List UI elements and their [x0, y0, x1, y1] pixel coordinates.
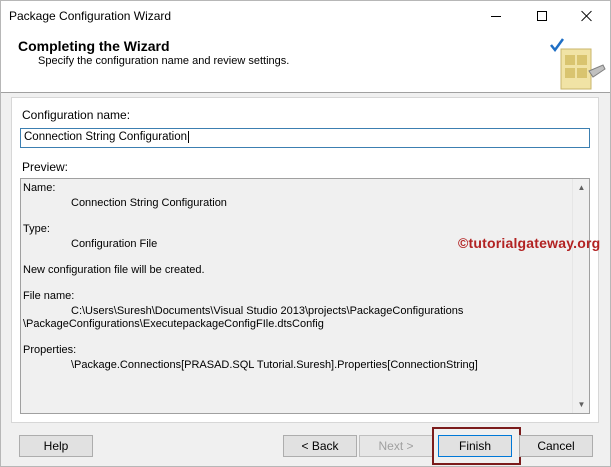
preview-box[interactable]: Name: Connection String Configuration Ty… [20, 178, 590, 414]
close-icon [581, 10, 593, 22]
preview-file-key: File name: [23, 290, 75, 302]
preview-file-line1: C:\Users\Suresh\Documents\Visual Studio … [71, 305, 464, 317]
config-name-value: Connection String Configuration [24, 131, 188, 144]
content-panel: Configuration name: Connection String Co… [11, 97, 601, 423]
preview-props-block: Properties: \Package.Connections[PRASAD.… [23, 344, 571, 372]
next-button: Next > [359, 435, 433, 457]
button-bar: Help < Back Next > Finish Cancel [1, 424, 610, 466]
wizard-window: Package Configuration Wizard Completing … [0, 0, 611, 467]
minimize-icon [491, 15, 501, 17]
preview-text: Name: Connection String Configuration Ty… [23, 182, 571, 385]
maximize-button[interactable] [519, 1, 565, 31]
watermark-text: ©tutorialgateway.org [458, 235, 601, 251]
wizard-graphic-icon [550, 38, 606, 90]
page-title: Completing the Wizard [18, 38, 170, 54]
text-caret [188, 131, 190, 143]
preview-label: Preview: [22, 160, 69, 174]
maximize-icon [537, 11, 547, 21]
wizard-body: Configuration name: Connection String Co… [1, 94, 610, 424]
preview-name-block: Name: Connection String Configuration [23, 182, 571, 210]
close-button[interactable] [564, 1, 610, 31]
preview-file-line2: \PackageConfigurations\ExecutepackageCon… [23, 318, 324, 330]
help-button[interactable]: Help [19, 435, 93, 457]
scroll-up-arrow-icon[interactable]: ▲ [573, 179, 590, 196]
window-title: Package Configuration Wizard [9, 9, 172, 23]
config-name-input[interactable]: Connection String Configuration [20, 128, 590, 148]
minimize-button[interactable] [473, 1, 519, 31]
preview-status-line: New configuration file will be created. [23, 264, 205, 276]
wizard-header: Completing the Wizard Specify the config… [1, 31, 610, 93]
preview-name-key: Name: [23, 182, 56, 194]
title-bar: Package Configuration Wizard [1, 1, 610, 31]
preview-props-key: Properties: [23, 344, 77, 356]
cancel-button[interactable]: Cancel [519, 435, 593, 457]
config-name-label: Configuration name: [22, 108, 131, 122]
finish-button[interactable]: Finish [438, 435, 512, 457]
back-button[interactable]: < Back [283, 435, 357, 457]
preview-name-value: Connection String Configuration [71, 197, 227, 209]
preview-status-block: New configuration file will be created. [23, 264, 571, 277]
preview-file-block: File name: C:\Users\Suresh\Documents\Vis… [23, 290, 571, 331]
scroll-down-arrow-icon[interactable]: ▼ [573, 396, 590, 413]
preview-props-value: \Package.Connections[PRASAD.SQL Tutorial… [71, 359, 478, 371]
page-subtitle: Specify the configuration name and revie… [38, 55, 290, 67]
preview-scrollbar[interactable]: ▲ ▼ [572, 179, 589, 413]
